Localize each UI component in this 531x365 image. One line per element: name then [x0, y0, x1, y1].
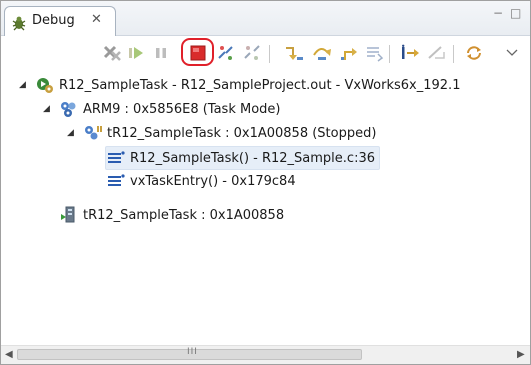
maximize-icon[interactable]: □	[510, 6, 521, 20]
step-into-icon	[283, 44, 305, 62]
debug-tab[interactable]: Debug ✕	[4, 6, 116, 36]
collapse-icon[interactable]: ◢	[43, 104, 55, 114]
use-step-filters-icon	[426, 44, 446, 62]
drop-to-frame-icon	[364, 44, 384, 62]
drop-to-frame-button[interactable]	[363, 42, 385, 64]
stack-frame-icon	[106, 172, 126, 190]
stack-frame-icon	[106, 149, 126, 167]
tree-item-label: R12_SampleTask - R12_SampleProject.out -…	[59, 77, 461, 93]
disconnect-button[interactable]	[241, 42, 263, 64]
view-menu-icon	[505, 47, 519, 59]
tree-item-label: R12_SampleTask() - R12_Sample.c:36	[130, 150, 375, 166]
step-over-button[interactable]	[311, 42, 333, 64]
debug-tree: ◢ R12_SampleTask - R12_SampleProject.out…	[1, 71, 530, 341]
suspend-button[interactable]	[150, 42, 172, 64]
sync-icon	[464, 44, 484, 62]
horizontal-scrollbar[interactable]: ◀ III ▶	[1, 345, 530, 364]
close-tab-icon[interactable]: ✕	[91, 12, 102, 27]
connect-icon	[216, 44, 236, 62]
scrollbar-grip: III	[187, 347, 198, 357]
collapse-icon[interactable]: ◢	[67, 128, 79, 138]
minimize-icon[interactable]: −	[493, 6, 503, 20]
scroll-right-icon[interactable]: ▶	[517, 349, 525, 360]
suspend-icon	[153, 45, 169, 61]
tab-label: Debug	[32, 13, 75, 28]
debug-view: Debug ✕ − □ ◢ R12_SampleTask - R12_Sampl…	[0, 0, 531, 365]
collapse-icon[interactable]: ◢	[19, 80, 31, 90]
tree-item-stack-frame[interactable]: vxTaskEntry() - 0x179c84	[106, 170, 296, 192]
target-process-icon	[59, 100, 79, 118]
tree-item-task[interactable]: tR12_SampleTask : 0x1A00858	[59, 204, 284, 226]
disconnect-icon	[242, 44, 262, 62]
terminate-highlight-annotation	[181, 38, 214, 66]
tree-item-thread[interactable]: ◢ tR12_SampleTask : 0x1A00858 (Stopped)	[67, 122, 376, 144]
tree-item-stack-frame-selected[interactable]: R12_SampleTask() - R12_Sample.c:36	[105, 146, 380, 170]
resume-button[interactable]	[125, 42, 147, 64]
step-return-icon	[339, 44, 361, 62]
toolbar-separator	[269, 45, 270, 63]
view-menu-button[interactable]	[501, 42, 523, 64]
connect-button[interactable]	[215, 42, 237, 64]
toolbar-separator	[389, 45, 390, 63]
toolbar-separator	[453, 45, 454, 63]
use-step-filters-button[interactable]	[425, 42, 447, 64]
step-return-button[interactable]	[339, 42, 361, 64]
link-with-editor-button[interactable]	[463, 42, 485, 64]
resume-icon	[127, 45, 145, 61]
scroll-left-icon[interactable]: ◀	[5, 349, 13, 360]
remove-all-terminated-button[interactable]	[101, 42, 123, 64]
instruction-stepping-button[interactable]	[399, 42, 421, 64]
launch-icon	[35, 76, 55, 94]
step-into-button[interactable]	[283, 42, 305, 64]
tree-item-label: tR12_SampleTask : 0x1A00858	[83, 207, 285, 223]
debug-toolbar	[1, 36, 530, 70]
instruction-stepping-icon	[399, 44, 421, 62]
tree-item-label: vxTaskEntry() - 0x179c84	[130, 173, 296, 189]
view-tab-bar: Debug ✕ − □	[1, 1, 530, 36]
step-over-icon	[311, 44, 333, 62]
debug-bug-icon	[11, 15, 27, 35]
remove-all-terminated-icon	[102, 44, 122, 62]
thread-suspended-icon	[83, 124, 103, 142]
tree-item-launch[interactable]: ◢ R12_SampleTask - R12_SampleProject.out…	[19, 74, 460, 96]
tree-item-label: ARM9 : 0x5856E8 (Task Mode)	[83, 101, 281, 117]
task-icon	[59, 206, 79, 224]
tree-item-label: tR12_SampleTask : 0x1A00858 (Stopped)	[107, 125, 377, 141]
tree-item-process[interactable]: ◢ ARM9 : 0x5856E8 (Task Mode)	[43, 98, 280, 120]
